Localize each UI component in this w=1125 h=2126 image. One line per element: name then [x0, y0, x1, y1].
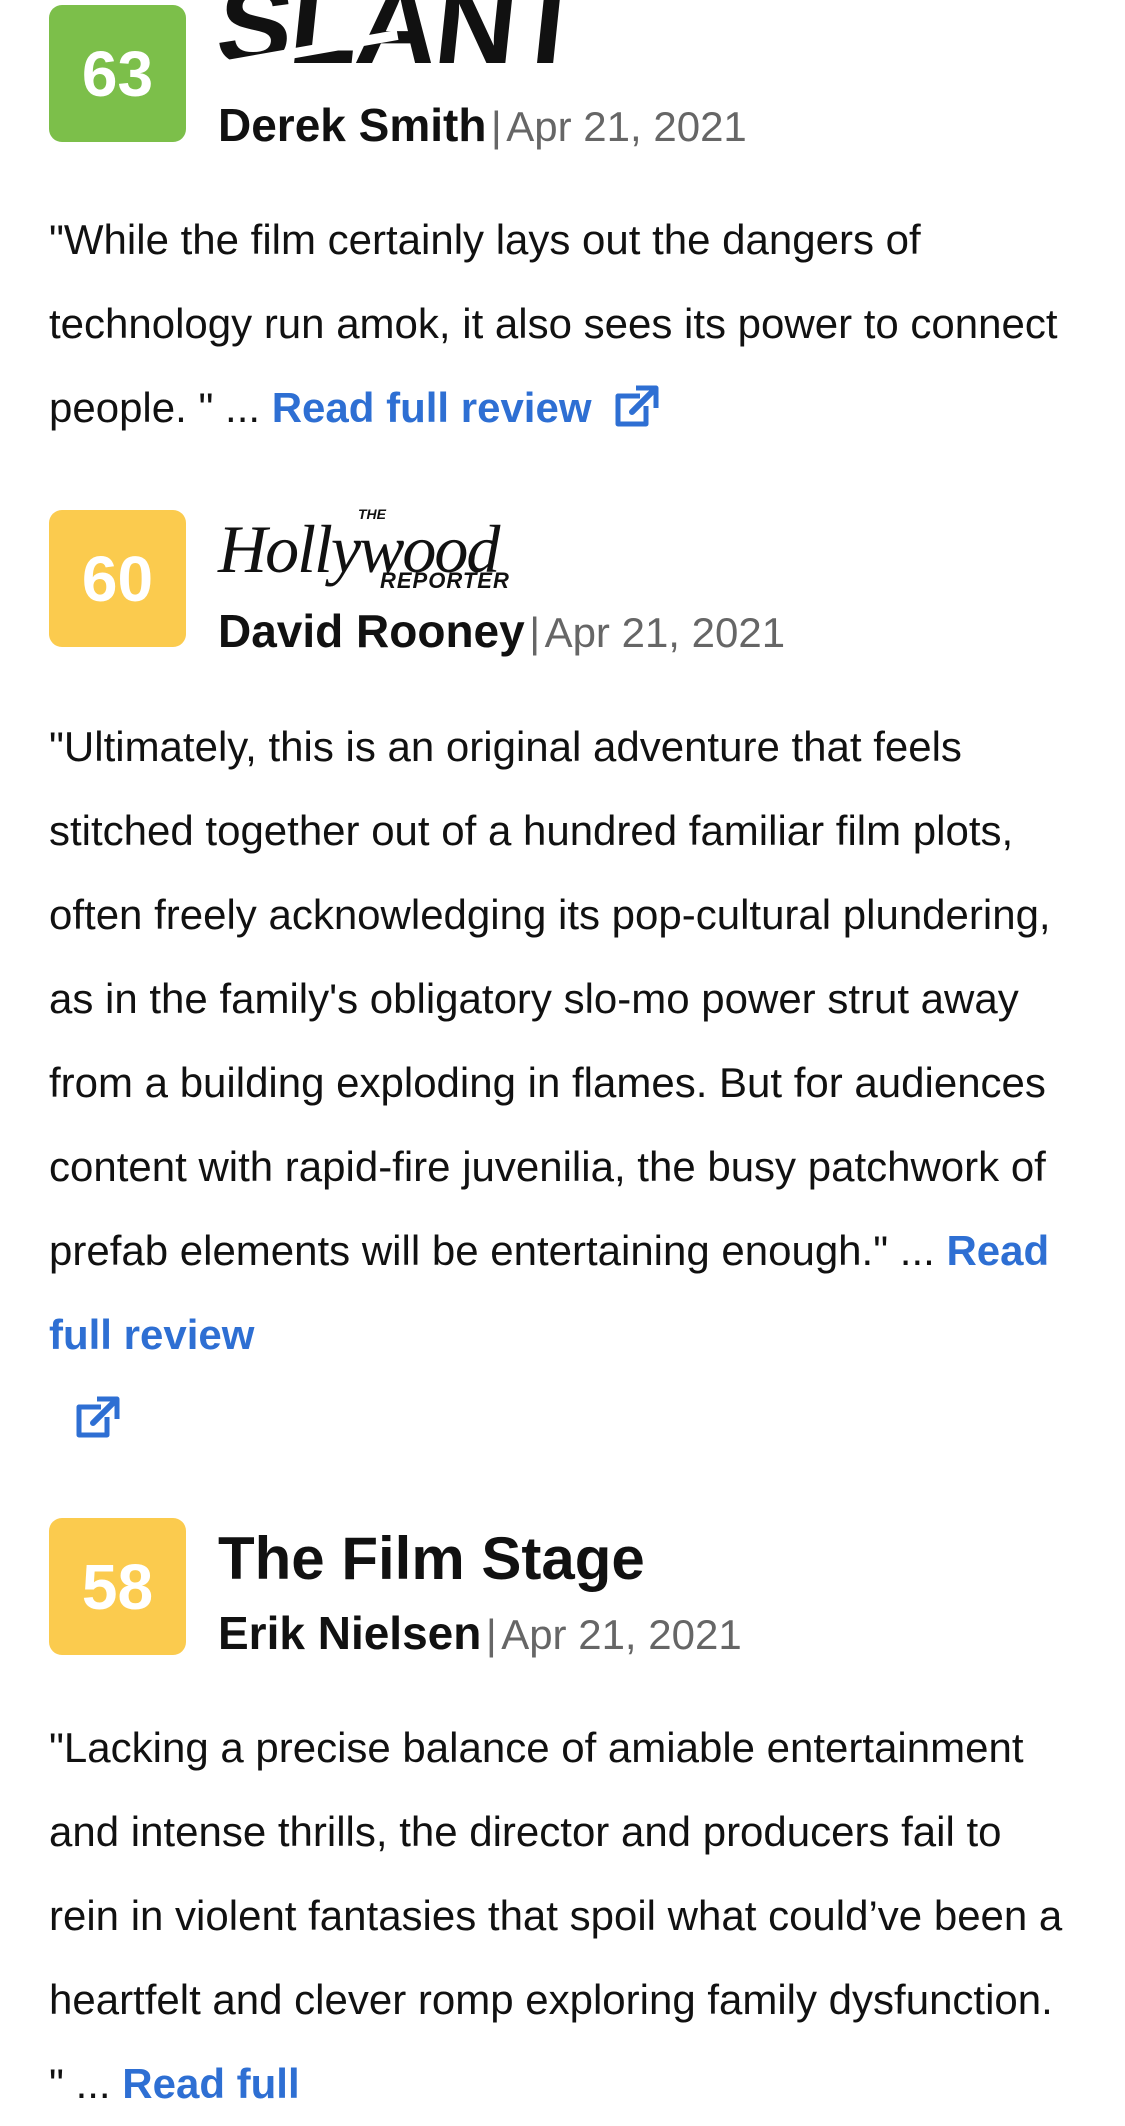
review-quote-text: "Lacking a precise balance of amiable en… [49, 1724, 1063, 2107]
metascore-badge: 60 [49, 510, 186, 647]
review-date: Apr 21, 2021 [544, 609, 786, 656]
critic-name[interactable]: Derek Smith [218, 99, 486, 151]
publication-logo[interactable]: SLANT [218, 0, 593, 88]
review-date: Apr 21, 2021 [506, 103, 747, 150]
review-quote-text: "Ultimately, this is an original adventu… [49, 723, 1051, 1274]
publication-name[interactable]: The Film Stage [218, 1524, 645, 1593]
byline: Erik Nielsen | Apr 21, 2021 [218, 1606, 742, 1660]
review-quote: "Lacking a precise balance of amiable en… [49, 1706, 1079, 2126]
review-quote: "While the film certainly lays out the d… [49, 198, 1079, 456]
metascore-badge: 58 [49, 1518, 186, 1655]
review-card: 58 The Film Stage Erik Nielsen | Apr 21,… [0, 1470, 1125, 2111]
external-link-icon[interactable] [71, 1383, 121, 1467]
critic-name[interactable]: David Rooney [218, 605, 525, 657]
read-full-review-link[interactable]: Read full [122, 2060, 299, 2107]
critic-name[interactable]: Erik Nielsen [218, 1607, 481, 1659]
byline-separator: | [485, 1611, 497, 1658]
byline: David Rooney | Apr 21, 2021 [218, 604, 785, 658]
review-card: 60 THE Hollywood REPORTER David Rooney |… [0, 470, 1125, 1470]
publication-logo-text: SLANT [218, 0, 588, 87]
review-date: Apr 21, 2021 [501, 1611, 742, 1658]
external-link-icon[interactable] [610, 372, 660, 456]
metascore-badge: 63 [49, 5, 186, 142]
byline-separator: | [529, 609, 541, 656]
read-full-review-link[interactable]: Read full review [272, 384, 592, 431]
byline-separator: | [490, 103, 502, 150]
review-card: 63 SLANT Derek Smith | Apr 21, 2021 "Whi… [0, 0, 1125, 470]
review-quote: "Ultimately, this is an original adventu… [49, 705, 1079, 1467]
byline: Derek Smith | Apr 21, 2021 [218, 98, 747, 152]
publication-logo[interactable]: THE Hollywood REPORTER [218, 506, 558, 596]
publication-logo-reporter: REPORTER [380, 568, 510, 593]
